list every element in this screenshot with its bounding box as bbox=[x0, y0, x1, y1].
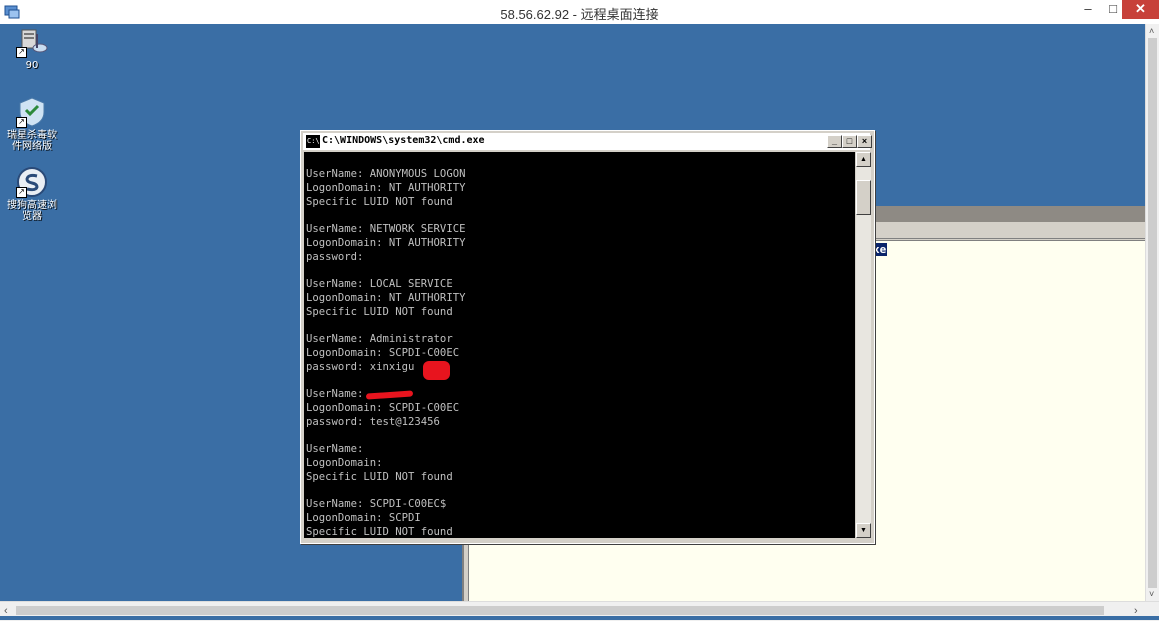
cmd-scroll-thumb[interactable] bbox=[856, 180, 871, 215]
console-line: LogonDomain: bbox=[306, 456, 383, 469]
console-lines: UserName: ANONYMOUS LOGON LogonDomain: NT… bbox=[304, 152, 855, 538]
desktop-icon-label: 瑞星杀毒软件网络版 bbox=[7, 130, 57, 152]
console-line: Specific LUID NOT found bbox=[306, 525, 453, 538]
shortcut-arrow-icon: ↗ bbox=[16, 117, 27, 128]
console-line: password: xinxigu bbox=[306, 360, 415, 373]
desktop-icon-sogou-browser[interactable]: ↗ 搜狗高速浏览器 bbox=[0, 166, 64, 222]
console-line: LogonDomain: NT AUTHORITY bbox=[306, 236, 466, 249]
sogou-browser-icon: ↗ bbox=[16, 166, 48, 198]
cmd-scroll-up-button[interactable]: ▲ bbox=[856, 152, 871, 167]
rdp-vertical-scroll-thumb[interactable] bbox=[1148, 38, 1157, 588]
console-line: UserName: SCPDI-C00EC$ bbox=[306, 498, 447, 510]
console-line: password: test@123456 bbox=[306, 415, 440, 428]
cmd-window[interactable]: C:\ C:\WINDOWS\system32\cmd.exe _ □ × Us… bbox=[300, 130, 875, 544]
console-line: UserName: bbox=[306, 443, 364, 455]
cmd-title-bar[interactable]: C:\ C:\WINDOWS\system32\cmd.exe _ □ × bbox=[303, 133, 872, 150]
cmd-window-title: C:\WINDOWS\system32\cmd.exe bbox=[322, 135, 485, 146]
rdp-close-button[interactable]: ✕ bbox=[1122, 0, 1159, 19]
console-line: LogonDomain: SCPDI bbox=[306, 511, 421, 524]
console-line: LogonDomain: NT AUTHORITY bbox=[306, 291, 466, 304]
redaction-mark-password bbox=[423, 361, 450, 380]
console-line: UserName: NETWORK SERVICE bbox=[306, 223, 466, 235]
console-line: UserName: Administrator bbox=[306, 333, 453, 345]
rdp-vertical-scrollbar[interactable]: ˄ ˅ bbox=[1145, 24, 1159, 601]
rdp-bottom-edge bbox=[0, 616, 1159, 620]
rdp-window-title: 58.56.62.92 - 远程桌面连接 bbox=[500, 7, 659, 22]
rdp-scroll-up-button[interactable]: ˄ bbox=[1149, 26, 1154, 36]
cmd-app-icon: C:\ bbox=[306, 135, 320, 148]
console-line: UserName: ANONYMOUS LOGON bbox=[306, 168, 466, 180]
cmd-vertical-scrollbar[interactable]: ▲ ▼ bbox=[856, 152, 871, 538]
desktop-icon-label: 搜狗高速浏览器 bbox=[7, 200, 57, 222]
cmd-close-button[interactable]: × bbox=[857, 135, 872, 148]
desktop-icon-90[interactable]: ↗ 90 bbox=[0, 26, 64, 71]
cmd-minimize-button[interactable]: _ bbox=[827, 135, 842, 148]
console-line: LogonDomain: NT AUTHORITY bbox=[306, 181, 466, 194]
console-line: password: bbox=[306, 250, 364, 263]
desktop-icon-label: 90 bbox=[25, 60, 39, 71]
shortcut-arrow-icon: ↗ bbox=[16, 47, 27, 58]
console-line: Specific LUID NOT found bbox=[306, 195, 453, 208]
console-line: LogonDomain: SCPDI-C00EC bbox=[306, 346, 460, 359]
network-computer-icon: ↗ bbox=[16, 26, 48, 58]
console-line: Specific LUID NOT found bbox=[306, 305, 453, 318]
cmd-maximize-button[interactable]: □ bbox=[842, 135, 857, 148]
console-line: UserName: LOCAL SERVICE bbox=[306, 278, 453, 290]
console-line: LogonDomain: SCPDI-C00EC bbox=[306, 401, 460, 414]
cmd-console-output[interactable]: UserName: ANONYMOUS LOGON LogonDomain: NT… bbox=[304, 152, 855, 538]
cmd-scroll-down-button[interactable]: ▼ bbox=[856, 523, 871, 538]
console-line: Specific LUID NOT found bbox=[306, 470, 453, 483]
rdp-minimize-button[interactable]: – bbox=[1074, 0, 1102, 19]
rdp-title-bar[interactable]: 58.56.62.92 - 远程桌面连接 – □ ✕ bbox=[0, 0, 1159, 25]
antivirus-shield-icon: ↗ bbox=[16, 96, 48, 128]
desktop-icon-rising-antivirus[interactable]: ↗ 瑞星杀毒软件网络版 bbox=[0, 96, 64, 152]
rdp-horizontal-scroll-thumb[interactable] bbox=[16, 606, 1104, 615]
shortcut-arrow-icon: ↗ bbox=[16, 187, 27, 198]
rdp-scroll-down-button[interactable]: ˅ bbox=[1149, 589, 1154, 599]
